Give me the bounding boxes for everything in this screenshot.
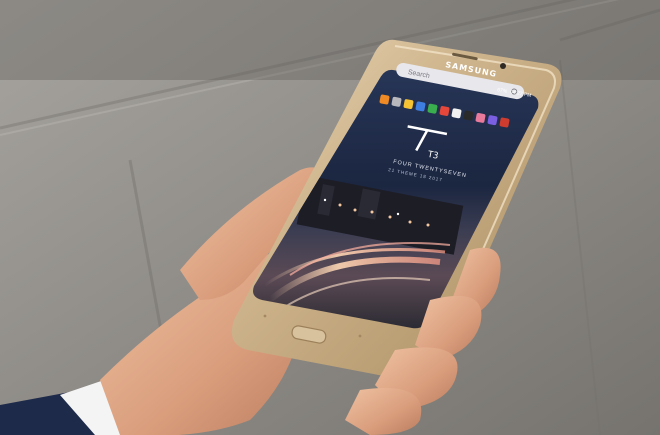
white-app-icon[interactable]: [451, 108, 462, 119]
blue-app-icon[interactable]: [415, 101, 426, 112]
back-key[interactable]: [358, 334, 362, 338]
gray-app-icon[interactable]: [391, 96, 402, 108]
red-circle-app-icon[interactable]: [499, 117, 510, 128]
yellow-app-icon[interactable]: [403, 99, 414, 110]
photo-scene: Search 67% 04:27 PM T3 FOUR TWENTYSEVEN …: [0, 0, 660, 435]
front-camera: [500, 63, 506, 69]
logo-text: T3: [427, 150, 440, 162]
multi-app-icon[interactable]: [487, 115, 498, 126]
red-app-icon[interactable]: [439, 106, 450, 117]
orange-app-icon[interactable]: [379, 94, 390, 105]
wall-shadow-top: [0, 0, 660, 80]
play-store-icon[interactable]: [463, 110, 474, 121]
scene-svg: Search 67% 04:27 PM T3 FOUR TWENTYSEVEN …: [0, 0, 660, 435]
recent-apps-key[interactable]: [263, 314, 267, 318]
phone-app-icon[interactable]: [427, 103, 438, 114]
pink-app-icon[interactable]: [475, 112, 486, 124]
